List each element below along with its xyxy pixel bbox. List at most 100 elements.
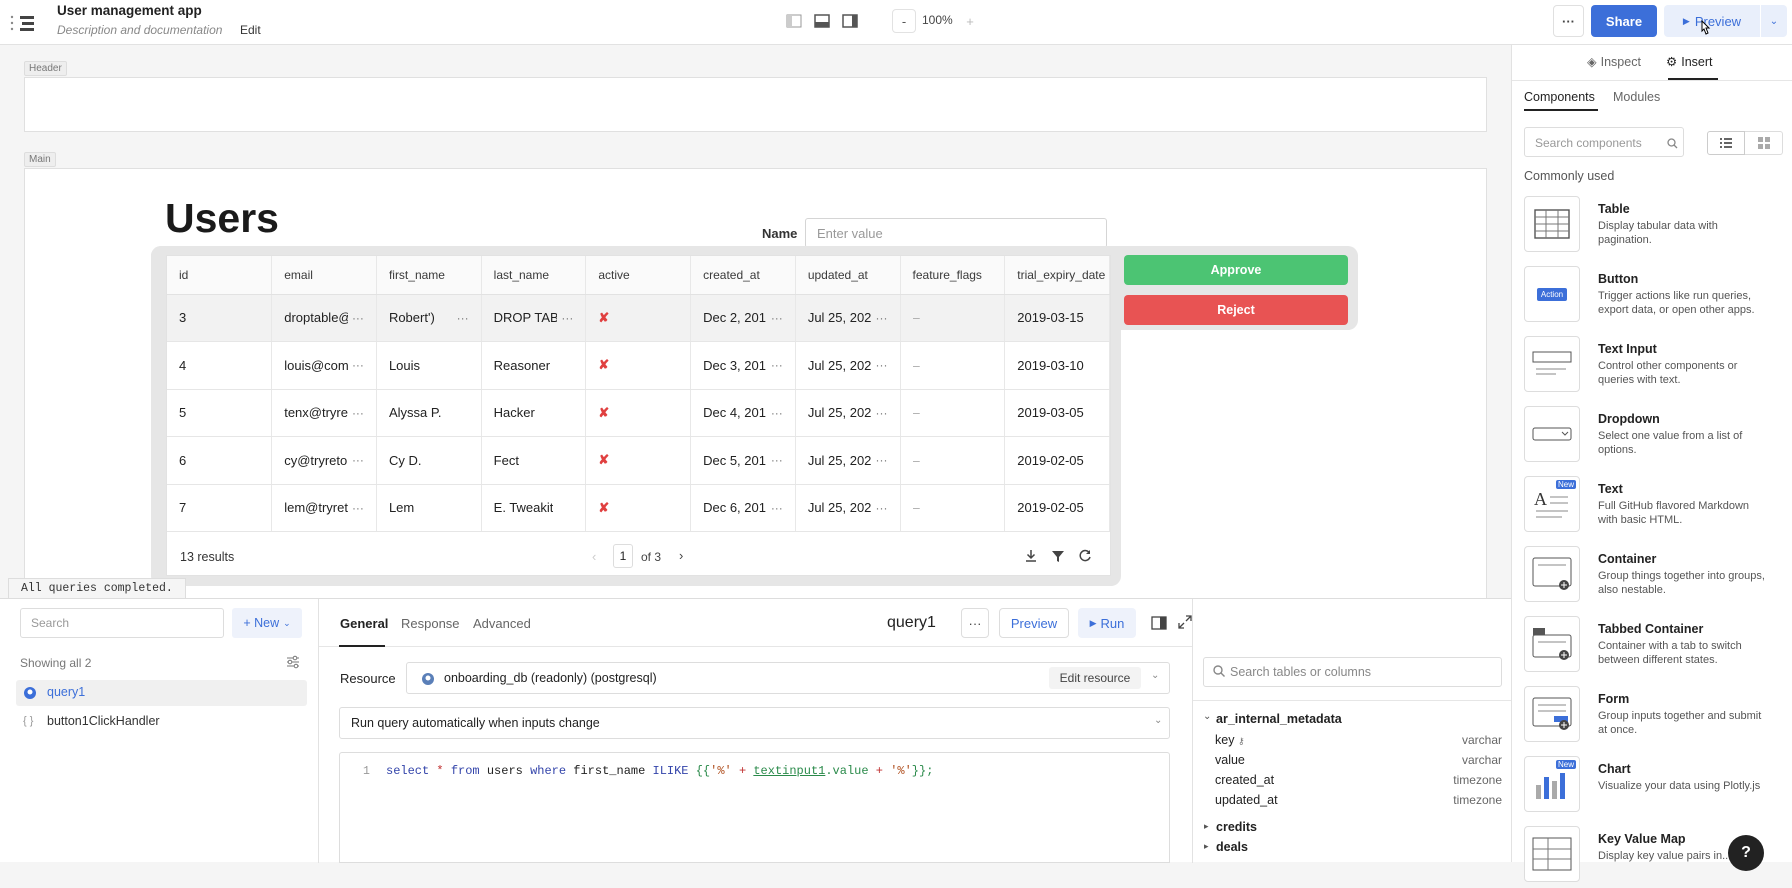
sql-component-reference[interactable]: textinput1 (753, 764, 825, 778)
tab-response[interactable]: Response (401, 616, 460, 631)
table-cell[interactable]: 2019-03-05 (1004, 389, 1110, 437)
trigger-select[interactable]: Run query automatically when inputs chan… (339, 707, 1170, 739)
table-cell[interactable]: tenx@tryre ··· (271, 389, 377, 437)
cell-overflow-icon[interactable]: ··· (876, 406, 888, 420)
download-icon[interactable] (1024, 549, 1038, 566)
component-item-button[interactable]: Action Button Trigger actions like run que… (1524, 266, 1764, 328)
table-cell[interactable]: Cy D. (376, 436, 482, 485)
zoom-in-button[interactable]: + (958, 9, 982, 33)
table-cell[interactable]: droptable@ ··· (271, 294, 377, 342)
cell-overflow-icon[interactable]: ··· (876, 453, 888, 467)
cell-overflow-icon[interactable]: ··· (876, 358, 888, 372)
table-cell[interactable]: ✘ (585, 484, 692, 532)
table-row[interactable]: 4 louis@com ··· Louis Reasoner ✘ Dec 3, 201 ···… (167, 341, 1110, 390)
query-search-input[interactable]: Search (20, 608, 224, 638)
cell-overflow-icon[interactable]: ··· (771, 453, 783, 467)
table-cell[interactable]: Jul 25, 202 ··· (795, 484, 901, 532)
refresh-icon[interactable] (1078, 549, 1092, 566)
table-cell[interactable]: – (900, 484, 1006, 532)
component-search-input[interactable]: Search components (1524, 127, 1684, 157)
table-cell[interactable]: 7 (167, 484, 273, 532)
app-title[interactable]: User management app (57, 3, 202, 18)
filter-icon[interactable] (1051, 549, 1065, 566)
schema-search-input[interactable]: Search tables or columns (1203, 657, 1502, 687)
table-cell[interactable]: 2019-03-15 (1004, 294, 1110, 342)
schema-table-name[interactable]: ar_internal_metadata (1216, 712, 1342, 726)
main-section[interactable]: Users Name Enter value Approve Reject id… (24, 168, 1487, 608)
cell-overflow-icon[interactable]: ··· (771, 406, 783, 420)
table-cell[interactable]: Hacker (481, 389, 587, 437)
prev-page-icon[interactable]: ‹ (592, 549, 596, 564)
chevron-right-icon[interactable]: ▸ (1204, 841, 1209, 852)
component-item-chart[interactable]: New Chart Visualize your data using Plotly… (1524, 756, 1764, 818)
chevron-right-icon[interactable]: ▸ (1204, 821, 1209, 832)
cell-overflow-icon[interactable]: ··· (457, 311, 469, 325)
column-header[interactable]: created_at (690, 256, 796, 295)
next-page-icon[interactable]: › (679, 548, 683, 563)
tab-insert[interactable]: ⚙ Insert (1666, 54, 1712, 70)
table-cell[interactable]: Dec 2, 201 ··· (690, 294, 796, 342)
table-cell[interactable]: ✘ (585, 341, 692, 390)
component-item-container[interactable]: Container Group things together into grou… (1524, 546, 1765, 608)
component-item-text-input[interactable]: Text Input Control other components or qu… (1524, 336, 1764, 398)
table-cell[interactable]: Fect (481, 436, 587, 485)
table-cell[interactable]: Lem (376, 484, 482, 532)
component-item-text[interactable]: A New Text Full GitHub flavored Markdown wi… (1524, 476, 1764, 538)
reject-button[interactable]: Reject (1124, 295, 1348, 325)
column-header[interactable]: active (585, 256, 692, 295)
column-header[interactable]: email (271, 256, 377, 295)
table-cell[interactable]: Dec 6, 201 ··· (690, 484, 796, 532)
table-cell[interactable]: Dec 3, 201 ··· (690, 341, 796, 390)
table-row[interactable]: 5 tenx@tryre ··· Alyssa P. Hacker ✘ Dec 4, 201… (167, 389, 1110, 437)
component-item-table[interactable]: Table Display tabular data with paginatio… (1524, 196, 1764, 258)
schema-column-row[interactable]: value varchar (1215, 753, 1502, 767)
zoom-out-button[interactable]: - (892, 9, 916, 33)
column-header[interactable]: id (167, 256, 273, 295)
table-cell[interactable]: louis@com ··· (271, 341, 377, 390)
column-header[interactable]: first_name (376, 256, 482, 295)
column-header[interactable]: updated_at (795, 256, 901, 295)
cell-overflow-icon[interactable]: ··· (771, 311, 783, 325)
schema-column-row[interactable]: created_at timezone (1215, 773, 1502, 787)
list-view-icon[interactable] (1707, 131, 1745, 155)
table-cell[interactable]: DROP TABL··· (481, 294, 587, 342)
table-cell[interactable]: Dec 5, 201 ··· (690, 436, 796, 485)
query-more-button[interactable]: ··· (961, 608, 989, 638)
table-row[interactable]: 3droptable@···Robert')···DROP TABL···✘De… (167, 294, 1110, 342)
table-cell[interactable]: Dec 4, 201 ··· (690, 389, 796, 437)
subtab-modules[interactable]: Modules (1613, 90, 1660, 104)
table-cell[interactable]: Jul 25, 202 ··· (795, 436, 901, 485)
schema-table-name[interactable]: deals (1216, 840, 1248, 854)
cell-overflow-icon[interactable]: ··· (876, 501, 888, 515)
grid-view-icon[interactable] (1745, 131, 1783, 155)
table-cell[interactable]: – (900, 294, 1006, 342)
schema-column-row[interactable]: key ⚷ varchar (1215, 733, 1502, 747)
cell-overflow-icon[interactable]: ··· (352, 311, 364, 325)
query-list-item[interactable]: { } button1ClickHandler (16, 709, 307, 735)
sql-editor[interactable]: 1 select * from users where first_name I… (339, 752, 1170, 863)
table-cell[interactable]: – (900, 389, 1006, 437)
sliders-icon[interactable] (286, 655, 300, 672)
table-cell[interactable]: ✘ (585, 294, 692, 342)
approve-button[interactable]: Approve (1124, 255, 1348, 285)
table-cell[interactable]: Reasoner (481, 341, 587, 390)
name-input[interactable]: Enter value (805, 218, 1107, 248)
table-cell[interactable]: 6 (167, 436, 273, 485)
help-button[interactable]: ? (1728, 835, 1764, 871)
run-button[interactable]: ▶ Run (1078, 608, 1136, 638)
table-cell[interactable]: Louis (376, 341, 482, 390)
schema-column-row[interactable]: updated_at timezone (1215, 793, 1502, 807)
cell-overflow-icon[interactable]: ··· (352, 501, 364, 515)
table-cell[interactable]: ✘ (585, 389, 692, 437)
tab-advanced[interactable]: Advanced (473, 616, 531, 631)
table-cell[interactable]: Jul 25, 202 ··· (795, 294, 901, 342)
table-row[interactable]: 7 lem@tryret ··· Lem E. Tweakit ✘ Dec 6, 201 ··… (167, 484, 1110, 532)
query-list-item[interactable]: query1 (16, 680, 307, 706)
schema-table-name[interactable]: credits (1216, 820, 1257, 834)
cell-overflow-icon[interactable]: ··· (771, 358, 783, 372)
table-cell[interactable]: E. Tweakit (481, 484, 587, 532)
table-cell[interactable]: 3 (167, 294, 273, 342)
table-cell[interactable]: 2019-03-10 (1004, 341, 1110, 390)
cell-overflow-icon[interactable]: ··· (352, 453, 364, 467)
chevron-down-icon[interactable]: ⌄ (1203, 711, 1211, 722)
